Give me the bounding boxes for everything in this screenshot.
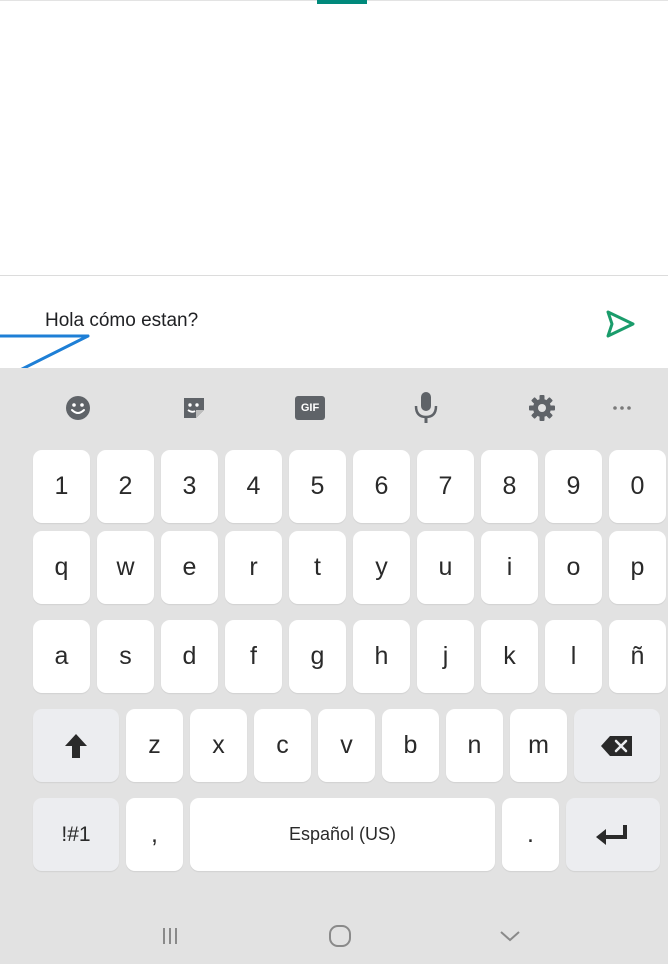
compose-divider xyxy=(0,275,668,276)
key-c[interactable]: c xyxy=(254,709,311,782)
key-v[interactable]: v xyxy=(318,709,375,782)
key-e[interactable]: e xyxy=(161,531,218,604)
key-1[interactable]: 1 xyxy=(33,450,90,523)
key-7[interactable]: 7 xyxy=(417,450,474,523)
comma-key[interactable]: , xyxy=(126,798,183,871)
key-l[interactable]: l xyxy=(545,620,602,693)
home-button[interactable] xyxy=(320,918,360,954)
key-s[interactable]: s xyxy=(97,620,154,693)
emoji-button[interactable] xyxy=(58,388,98,428)
voice-input-button[interactable] xyxy=(406,388,446,428)
home-icon xyxy=(329,925,351,947)
key-k[interactable]: k xyxy=(481,620,538,693)
key-y[interactable]: y xyxy=(353,531,410,604)
key-q[interactable]: q xyxy=(33,531,90,604)
keyboard-toolbar: GIF xyxy=(0,368,668,450)
shift-arrow-icon xyxy=(65,733,87,758)
gif-icon: GIF xyxy=(295,396,325,420)
key-3[interactable]: 3 xyxy=(161,450,218,523)
key-n[interactable]: n xyxy=(446,709,503,782)
key-j[interactable]: j xyxy=(417,620,474,693)
recent-apps-icon xyxy=(163,928,177,944)
period-key[interactable]: . xyxy=(502,798,559,871)
settings-button[interactable] xyxy=(522,388,562,428)
symbols-key[interactable]: !#1 xyxy=(33,798,119,871)
key-z[interactable]: z xyxy=(126,709,183,782)
enter-key[interactable] xyxy=(566,798,660,871)
key-9[interactable]: 9 xyxy=(545,450,602,523)
key-4[interactable]: 4 xyxy=(225,450,282,523)
key-g[interactable]: g xyxy=(289,620,346,693)
key-p[interactable]: p xyxy=(609,531,666,604)
more-options-button[interactable] xyxy=(602,388,642,428)
key-o[interactable]: o xyxy=(545,531,602,604)
key-d[interactable]: d xyxy=(161,620,218,693)
enter-icon xyxy=(596,824,627,845)
navigation-bar xyxy=(0,906,668,964)
keyboard: GIF 1 2 3 4 5 6 7 8 9 0 q w e r t y u i … xyxy=(0,368,668,964)
send-button[interactable] xyxy=(602,308,638,340)
key-w[interactable]: w xyxy=(97,531,154,604)
key-x[interactable]: x xyxy=(190,709,247,782)
key-u[interactable]: u xyxy=(417,531,474,604)
recent-apps-button[interactable] xyxy=(150,918,190,954)
gear-icon xyxy=(529,395,555,421)
shift-key[interactable] xyxy=(33,709,119,782)
key-f[interactable]: f xyxy=(225,620,282,693)
key-h[interactable]: h xyxy=(353,620,410,693)
key-m[interactable]: m xyxy=(510,709,567,782)
microphone-icon xyxy=(414,392,438,423)
hide-keyboard-button[interactable] xyxy=(490,918,530,954)
key-5[interactable]: 5 xyxy=(289,450,346,523)
key-a[interactable]: a xyxy=(33,620,90,693)
sticker-button[interactable] xyxy=(174,388,214,428)
key-i[interactable]: i xyxy=(481,531,538,604)
tab-indicator xyxy=(317,0,367,4)
key-t[interactable]: t xyxy=(289,531,346,604)
backspace-icon xyxy=(601,735,632,756)
sticker-icon xyxy=(184,398,204,418)
send-icon xyxy=(606,310,635,338)
key-0[interactable]: 0 xyxy=(609,450,666,523)
key-6[interactable]: 6 xyxy=(353,450,410,523)
message-input[interactable]: Hola cómo estan? xyxy=(45,310,198,332)
key-8[interactable]: 8 xyxy=(481,450,538,523)
more-icon xyxy=(613,406,631,410)
gif-button[interactable]: GIF xyxy=(290,388,330,428)
emoji-icon xyxy=(66,396,90,420)
gif-label: GIF xyxy=(300,402,320,414)
space-key[interactable]: Español (US) xyxy=(190,798,495,871)
key-b[interactable]: b xyxy=(382,709,439,782)
key-2[interactable]: 2 xyxy=(97,450,154,523)
key-n-tilde[interactable]: ñ xyxy=(609,620,666,693)
chevron-down-icon xyxy=(500,931,520,942)
key-r[interactable]: r xyxy=(225,531,282,604)
backspace-key[interactable] xyxy=(574,709,660,782)
